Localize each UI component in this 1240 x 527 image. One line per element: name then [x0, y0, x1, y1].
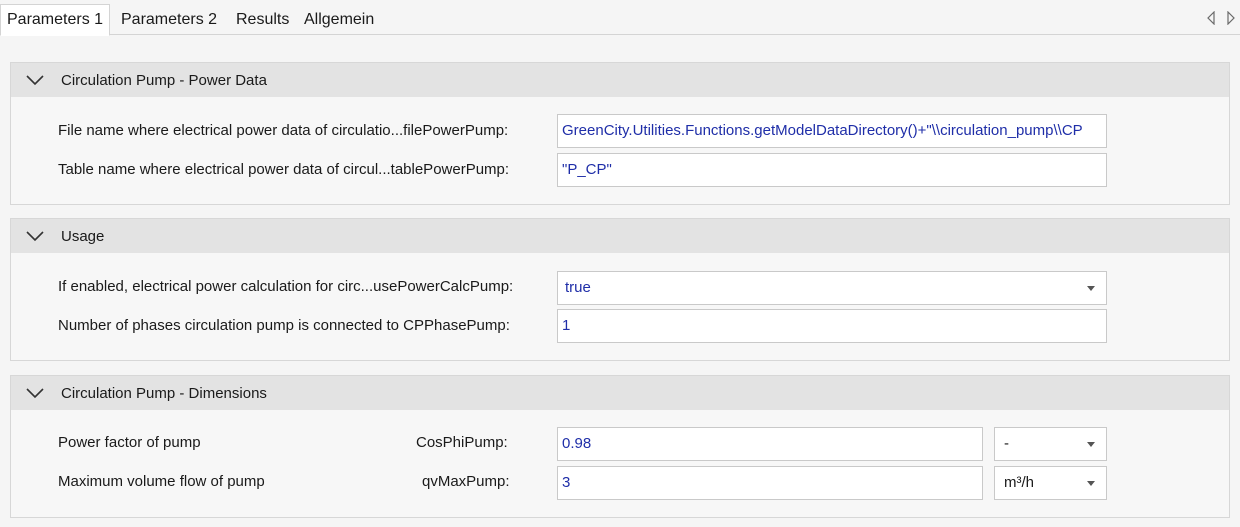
qv-max-pump-label: Maximum volume flow of pump [58, 473, 265, 490]
table-power-pump-input[interactable]: "P_CP" [557, 153, 1107, 187]
dropdown-arrow-icon [1087, 481, 1095, 486]
section-header-power-data[interactable]: Circulation Pump - Power Data [11, 63, 1229, 97]
qv-max-pump-input[interactable]: 3 [557, 466, 983, 500]
section-power-data: Circulation Pump - Power Data File name … [10, 62, 1230, 205]
select-value: true [565, 279, 591, 296]
cos-phi-pump-input[interactable]: 0.98 [557, 427, 983, 461]
use-power-calc-pump-select[interactable]: true [557, 271, 1107, 305]
cp-phase-pump-input[interactable]: 1 [557, 309, 1107, 343]
triangle-left-icon[interactable] [1205, 11, 1217, 25]
use-power-calc-pump-label: If enabled, electrical power calculation… [58, 278, 514, 295]
tab-parameters-2[interactable]: Parameters 2 [115, 4, 223, 35]
cos-phi-pump-label: Power factor of pump [58, 434, 201, 451]
triangle-right-icon[interactable] [1225, 11, 1237, 25]
cos-phi-pump-param: CosPhiPump: [416, 434, 508, 451]
tab-results[interactable]: Results [230, 4, 295, 35]
file-power-pump-input[interactable]: GreenCity.Utilities.Functions.getModelDa… [557, 114, 1107, 148]
section-title: Circulation Pump - Dimensions [61, 385, 267, 402]
chevron-down-icon [26, 388, 44, 399]
section-title: Usage [61, 228, 105, 245]
tab-allgemein[interactable]: Allgemein [298, 4, 380, 35]
section-usage: Usage If enabled, electrical power calcu… [10, 218, 1230, 361]
section-title: Circulation Pump - Power Data [61, 72, 267, 89]
cos-phi-pump-unit-select[interactable]: - [994, 427, 1107, 461]
cp-phase-pump-label: Number of phases circulation pump is con… [58, 317, 510, 334]
chevron-down-icon [26, 231, 44, 242]
tab-parameters-1[interactable]: Parameters 1 [0, 4, 111, 36]
section-dimensions: Circulation Pump - Dimensions Power fact… [10, 375, 1230, 518]
qv-max-pump-param: qvMaxPump: [422, 473, 510, 490]
section-header-usage[interactable]: Usage [11, 219, 1229, 253]
dropdown-arrow-icon [1087, 286, 1095, 291]
chevron-down-icon [26, 75, 44, 86]
tab-bar: Parameters 1 Parameters 2 Results Allgem… [0, 0, 1240, 36]
dropdown-arrow-icon [1087, 442, 1095, 447]
unit-value: m³/h [1004, 474, 1034, 491]
file-power-pump-label: File name where electrical power data of… [58, 122, 509, 139]
table-power-pump-label: Table name where electrical power data o… [58, 161, 510, 178]
qv-max-pump-unit-select[interactable]: m³/h [994, 466, 1107, 500]
unit-value: - [1004, 435, 1009, 452]
section-header-dimensions[interactable]: Circulation Pump - Dimensions [11, 376, 1229, 410]
